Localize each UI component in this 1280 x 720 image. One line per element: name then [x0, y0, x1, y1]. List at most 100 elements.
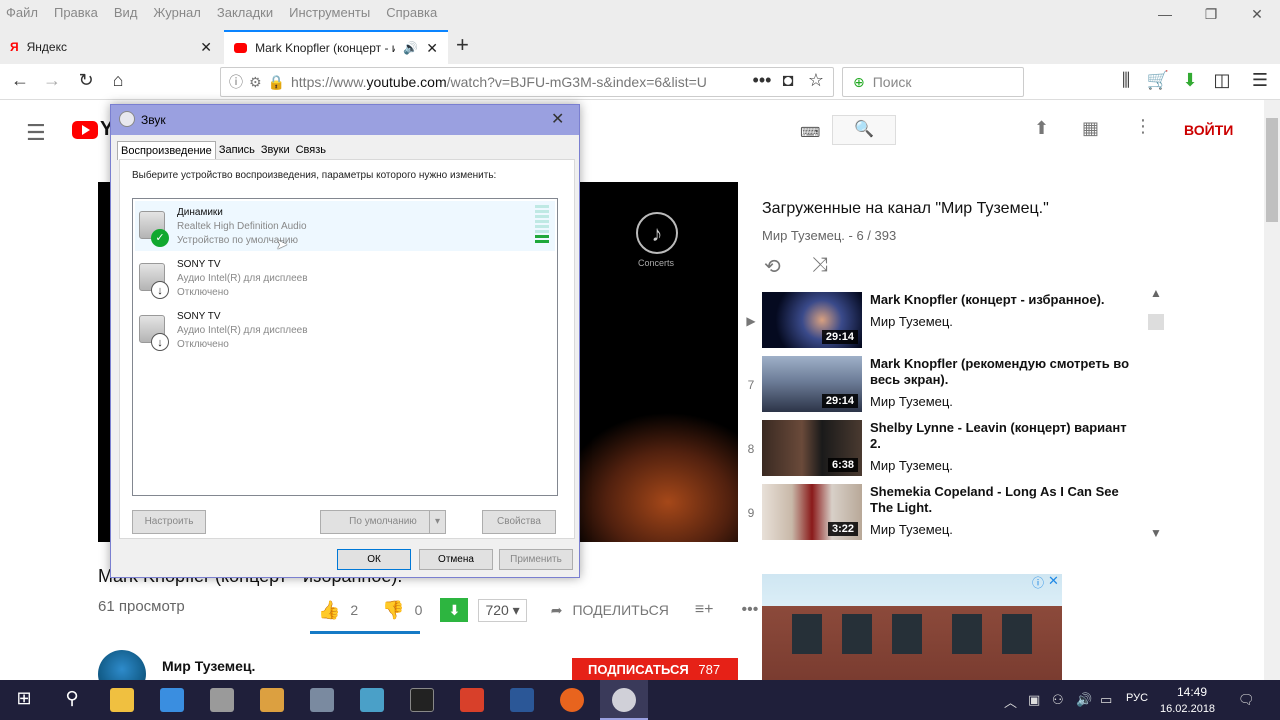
close-tab-icon[interactable]: ✕	[426, 40, 438, 57]
dislike-icon[interactable]: 👎	[382, 600, 404, 621]
like-icon[interactable]: 👍	[318, 600, 340, 621]
menu-bookmarks[interactable]: Закладки	[217, 5, 273, 20]
word-icon[interactable]	[510, 688, 534, 712]
active-sound-task[interactable]	[600, 680, 648, 720]
quality-select[interactable]: 720 ▾	[478, 598, 527, 622]
network-app-icon[interactable]	[360, 688, 384, 712]
apps-grid-icon[interactable]: ▦	[1082, 118, 1099, 139]
file-explorer-icon[interactable]	[110, 688, 134, 712]
firefox-icon[interactable]	[560, 688, 584, 712]
media-app-icon[interactable]	[460, 688, 484, 712]
video-thumbnail[interactable]: 3:22	[762, 484, 862, 540]
menu-edit[interactable]: Правка	[54, 5, 98, 20]
new-tab-icon[interactable]: +	[456, 32, 469, 58]
reload-icon[interactable]: ↻	[74, 70, 98, 91]
channel-name[interactable]: Мир Туземец.	[162, 658, 255, 674]
search-input[interactable]: Поиск	[873, 74, 912, 90]
ad-info-icon[interactable]: ⓘ	[1032, 574, 1044, 591]
yt-menu-icon[interactable]: ☰	[26, 120, 46, 146]
video-thumbnail[interactable]: 6:38	[762, 420, 862, 476]
search-bar[interactable]: ⊕ Поиск	[842, 67, 1024, 97]
video-thumbnail[interactable]: 29:14	[762, 356, 862, 412]
playlist-item[interactable]: ▶ 29:14 Mark Knopfler (концерт - избранн…	[742, 292, 1152, 352]
video-title[interactable]: Mark Knopfler (рекомендую смотреть во ве…	[870, 356, 1140, 388]
properties-button[interactable]: Свойства	[482, 510, 556, 534]
clock-time[interactable]: 14:49	[1168, 685, 1216, 699]
share-icon[interactable]: ➦	[551, 602, 563, 619]
youtube-logo-icon[interactable]	[72, 121, 98, 139]
share-button[interactable]: ПОДЕЛИТЬСЯ	[572, 602, 668, 618]
playlist-item[interactable]: 9 3:22 Shemekia Copeland - Long As I Can…	[742, 484, 1152, 544]
language-indicator[interactable]: РУС	[1126, 692, 1148, 704]
playlist-title[interactable]: Загруженные на канал "Мир Туземец."	[762, 200, 1049, 218]
menu-tools[interactable]: Инструменты	[289, 5, 370, 20]
notifications-icon[interactable]: 🗨	[1238, 692, 1255, 708]
ad-close-icon[interactable]: ✕	[1048, 573, 1059, 589]
video-app-icon[interactable]	[410, 688, 434, 712]
contacts-app-icon[interactable]	[160, 688, 184, 712]
tab-yandex[interactable]: Я Яндекс ✕	[0, 30, 222, 64]
configure-button[interactable]: Настроить	[132, 510, 206, 534]
clock-date[interactable]: 16.02.2018	[1160, 703, 1215, 715]
close-icon[interactable]: ✕	[551, 109, 564, 129]
device-list[interactable]: ✓ Динамики Realtek High Definition Audio…	[132, 198, 558, 496]
device-speakers[interactable]: ✓ Динамики Realtek High Definition Audio…	[135, 201, 555, 251]
paint-icon[interactable]	[260, 688, 284, 712]
dialog-titlebar[interactable]: Звук ✕	[111, 105, 579, 135]
video-thumbnail[interactable]: 29:14	[762, 292, 862, 348]
video-title[interactable]: Mark Knopfler (концерт - избранное).	[870, 292, 1140, 308]
computer-app-icon[interactable]	[310, 688, 334, 712]
apply-button[interactable]: Применить	[499, 549, 573, 570]
video-title[interactable]: Shemekia Copeland - Long As I Can See Th…	[870, 484, 1140, 516]
dropdown-arrow-icon[interactable]: ▾	[429, 511, 445, 533]
pocket-icon[interactable]: ◘	[776, 70, 800, 91]
close-tab-icon[interactable]: ✕	[200, 39, 212, 56]
keyboard-icon[interactable]: ⌨	[800, 124, 820, 141]
scrollbar-thumb[interactable]	[1266, 118, 1278, 222]
menu-history[interactable]: Журнал	[153, 5, 200, 20]
calculator-icon[interactable]	[210, 688, 234, 712]
tab-youtube[interactable]: Mark Knopfler (концерт - и 🔊 ✕	[224, 30, 448, 64]
add-to-playlist-icon[interactable]: ≡+	[695, 601, 714, 619]
menu-view[interactable]: Вид	[114, 5, 138, 20]
tray-expand-icon[interactable]: ︿	[1004, 692, 1017, 711]
shuffle-icon[interactable]: ⤨	[812, 254, 828, 277]
more-actions-icon[interactable]: •••	[742, 601, 759, 619]
menu-help[interactable]: Справка	[386, 5, 437, 20]
tab-recording[interactable]: Запись	[216, 141, 258, 160]
permissions-icon[interactable]: ⚙	[249, 74, 262, 91]
device-sony-tv-1[interactable]: ↓ SONY TV Аудио Intel(R) для дисплеев От…	[135, 253, 555, 303]
url-bar[interactable]: ⓘ ⚙ 🔒 https://www.youtube.com/watch?v=BJ…	[220, 67, 834, 97]
cart-icon[interactable]: 🛒	[1146, 70, 1170, 91]
tab-playback[interactable]: Воспроизведение	[117, 141, 216, 160]
subscribe-button[interactable]: ПОДПИСАТЬСЯ 787	[572, 658, 738, 680]
yt-search-button[interactable]: 🔍	[832, 115, 896, 145]
forward-icon[interactable]: →	[40, 70, 64, 91]
more-vert-icon[interactable]: ⋮	[1134, 116, 1152, 137]
ok-button[interactable]: ОК	[337, 549, 411, 570]
sidebar-icon[interactable]: ◫	[1210, 70, 1234, 91]
playlist-item[interactable]: 8 6:38 Shelby Lynne - Leavin (концерт) в…	[742, 420, 1152, 480]
playlist-item[interactable]: 7 29:14 Mark Knopfler (рекомендую смотре…	[742, 356, 1152, 416]
page-actions-icon[interactable]: •••	[750, 70, 774, 91]
home-icon[interactable]: ⌂	[106, 70, 130, 91]
signin-button[interactable]: ВОЙТИ	[1184, 122, 1233, 138]
search-icon[interactable]: ⚲	[60, 688, 84, 709]
ad-banner[interactable]	[762, 574, 1062, 680]
hamburger-menu-icon[interactable]: ☰	[1248, 70, 1272, 91]
tab-sounds[interactable]: Звуки	[258, 141, 293, 160]
loop-icon[interactable]: ⟲	[764, 254, 781, 279]
upload-icon[interactable]: ⬆	[1034, 118, 1049, 139]
volume-tray-icon[interactable]: 🔊	[1076, 692, 1092, 708]
battery-tray-icon[interactable]: ▭	[1100, 692, 1112, 708]
back-icon[interactable]: ←	[8, 70, 32, 91]
library-icon[interactable]: ⫼	[1114, 70, 1138, 91]
tray-app-icon[interactable]: ▣	[1028, 692, 1040, 708]
speaker-icon[interactable]: 🔊	[403, 41, 418, 55]
network-tray-icon[interactable]: ⚇	[1052, 692, 1064, 708]
info-icon[interactable]: ⓘ	[229, 72, 243, 92]
download-extension-icon[interactable]: ⬇	[1178, 70, 1202, 91]
download-icon[interactable]: ⬇	[440, 598, 469, 622]
menu-file[interactable]: Файл	[6, 5, 38, 20]
device-sony-tv-2[interactable]: ↓ SONY TV Аудио Intel(R) для дисплеев От…	[135, 305, 555, 355]
